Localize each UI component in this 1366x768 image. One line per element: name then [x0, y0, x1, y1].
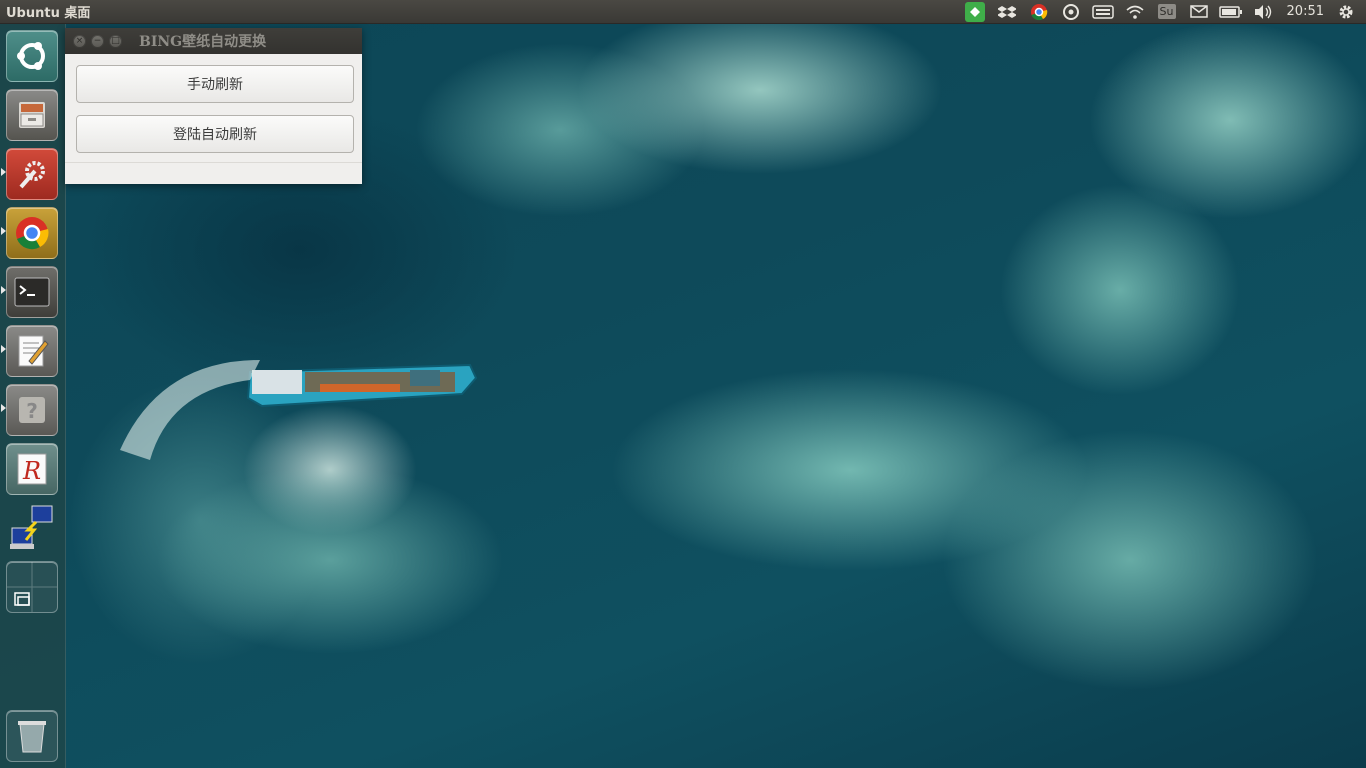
sync-icon[interactable] — [959, 0, 991, 24]
question-mark-icon: ? — [19, 397, 45, 423]
mail-icon[interactable] — [1183, 0, 1215, 24]
ubuntu-logo-icon — [17, 42, 45, 70]
r-notebook-button[interactable]: R — [6, 443, 58, 495]
window-title: BING壁纸自动更换 — [139, 34, 267, 50]
chrome-icon — [16, 217, 49, 250]
r-icon: R — [17, 453, 47, 485]
volume-icon[interactable] — [1247, 0, 1279, 24]
launcher: ? R — [0, 24, 66, 768]
input-method-label: Su — [1157, 4, 1176, 19]
chrome-button[interactable] — [6, 207, 58, 259]
files-button[interactable] — [6, 89, 58, 141]
chrome-icon[interactable] — [1023, 0, 1055, 24]
ubuntu-dash-button[interactable] — [6, 30, 58, 82]
minimize-icon[interactable]: − — [91, 34, 104, 48]
input-method-icon[interactable]: Su — [1151, 0, 1183, 24]
system-tray: Su 20:51 — [959, 0, 1360, 24]
svg-text:R: R — [22, 457, 41, 485]
trash-button[interactable] — [6, 710, 58, 762]
network-computers-icon — [10, 505, 53, 549]
file-cabinet-icon — [19, 102, 45, 128]
manual-refresh-button[interactable]: 手动刷新 — [76, 65, 354, 103]
trash-icon — [18, 721, 46, 753]
wifi-icon[interactable] — [1119, 0, 1151, 24]
workspace-switcher-button[interactable] — [6, 561, 58, 613]
terminal-icon — [14, 277, 50, 307]
maximize-icon[interactable]: □ — [109, 34, 122, 48]
panel-title: Ubuntu 桌面 — [6, 6, 91, 21]
bing-wallpaper-window: × − □ BING壁纸自动更换 手动刷新 登陆自动刷新 — [65, 28, 362, 184]
text-editor-button[interactable] — [6, 325, 58, 377]
workspace-icon — [7, 562, 57, 612]
remote-desktop-button[interactable] — [6, 502, 58, 554]
window-titlebar[interactable]: × − □ BING壁纸自动更换 — [65, 28, 362, 54]
help-button[interactable]: ? — [6, 384, 58, 436]
battery-icon[interactable] — [1215, 0, 1247, 24]
keyboard-icon[interactable] — [1087, 0, 1119, 24]
close-icon[interactable]: × — [73, 34, 86, 48]
system-settings-button[interactable] — [6, 148, 58, 200]
dropbox-icon[interactable] — [991, 0, 1023, 24]
wrench-gear-icon — [19, 161, 45, 189]
gear-icon[interactable] — [1332, 0, 1360, 24]
sync-arrows-icon[interactable] — [1055, 0, 1087, 24]
clock[interactable]: 20:51 — [1279, 0, 1332, 24]
window-divider — [65, 162, 362, 163]
top-panel: Ubuntu 桌面 Su 20:51 — [0, 0, 1366, 24]
login-auto-refresh-button[interactable]: 登陆自动刷新 — [76, 115, 354, 153]
terminal-button[interactable] — [6, 266, 58, 318]
notepad-pencil-icon — [18, 335, 49, 367]
svg-text:?: ? — [26, 399, 38, 423]
